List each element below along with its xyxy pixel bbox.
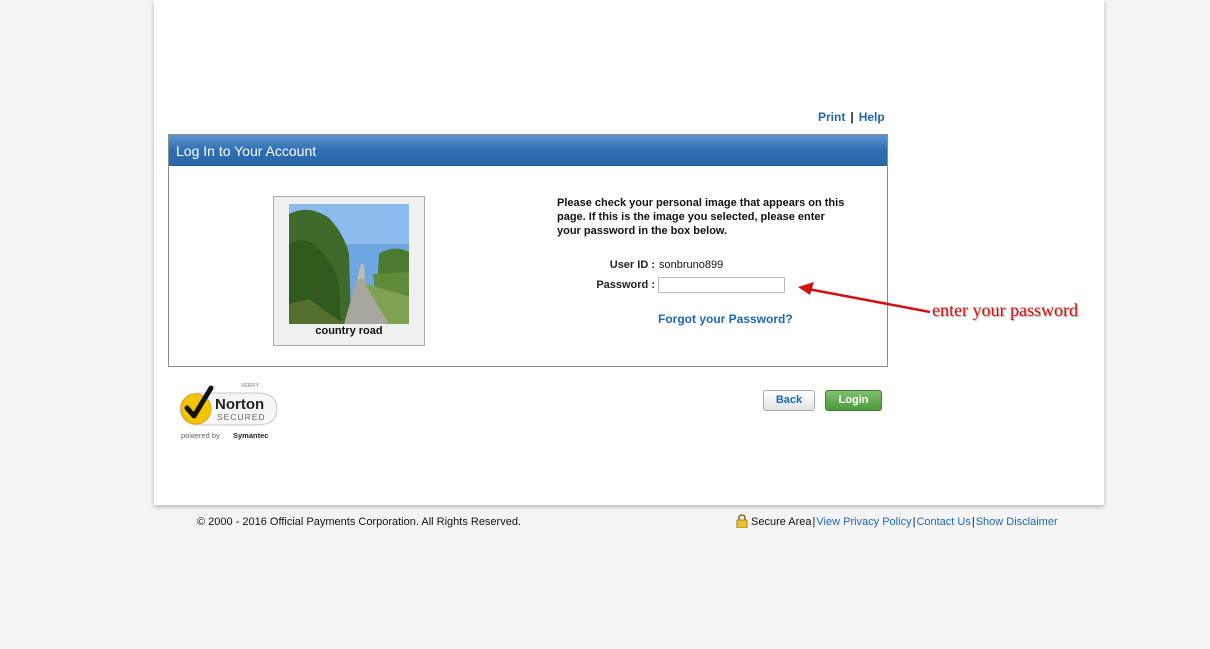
image-caption: country road: [315, 325, 383, 337]
help-link[interactable]: Help: [859, 110, 885, 124]
contact-us-link[interactable]: Contact Us: [916, 516, 970, 528]
copyright-text: © 2000 - 2016 Official Payments Corporat…: [197, 516, 522, 528]
instructions-text: Please check your personal image that ap…: [557, 197, 845, 237]
back-button[interactable]: Back: [763, 390, 815, 411]
norton-secured-badge[interactable]: VERIFY→ Norton SECURED powered by Symant…: [177, 381, 282, 445]
toplinks-separator: |: [850, 110, 854, 124]
footer-separator: |: [812, 516, 816, 528]
print-link[interactable]: Print: [818, 110, 845, 124]
forgot-password-link[interactable]: Forgot your Password?: [658, 312, 793, 326]
password-label: Password :: [596, 279, 655, 291]
footer-separator: |: [912, 516, 916, 528]
annotation-arrow: [798, 282, 931, 314]
footer-separator: |: [971, 516, 975, 528]
annotation-text: enter your password: [932, 300, 1078, 320]
norton-secured-text: SECURED: [217, 412, 266, 422]
lock-icon: [736, 514, 748, 531]
norton-name-text: Norton: [215, 396, 264, 413]
personal-image-box: country road: [273, 196, 425, 346]
footer-links: Secure Area|View Privacy Policy|Contact …: [736, 514, 1058, 531]
secure-area-text: Secure Area: [751, 516, 812, 528]
privacy-policy-link[interactable]: View Privacy Policy: [816, 516, 911, 528]
norton-symantec-text: Symantec: [233, 431, 268, 440]
panel-title: Log In to Your Account: [169, 135, 887, 166]
top-links: Print | Help: [818, 110, 885, 124]
login-button[interactable]: Login: [825, 390, 882, 411]
norton-verify-text: VERIFY→: [241, 383, 264, 389]
show-disclaimer-link[interactable]: Show Disclaimer: [976, 516, 1058, 528]
personal-image: [289, 204, 409, 324]
userid-label: User ID :: [609, 259, 655, 271]
norton-powered-text: powered by: [181, 431, 220, 440]
login-panel: Log In to Your Account country road Plea…: [168, 134, 888, 367]
password-input[interactable]: [658, 277, 785, 293]
userid-value: sonbruno899: [659, 259, 724, 271]
